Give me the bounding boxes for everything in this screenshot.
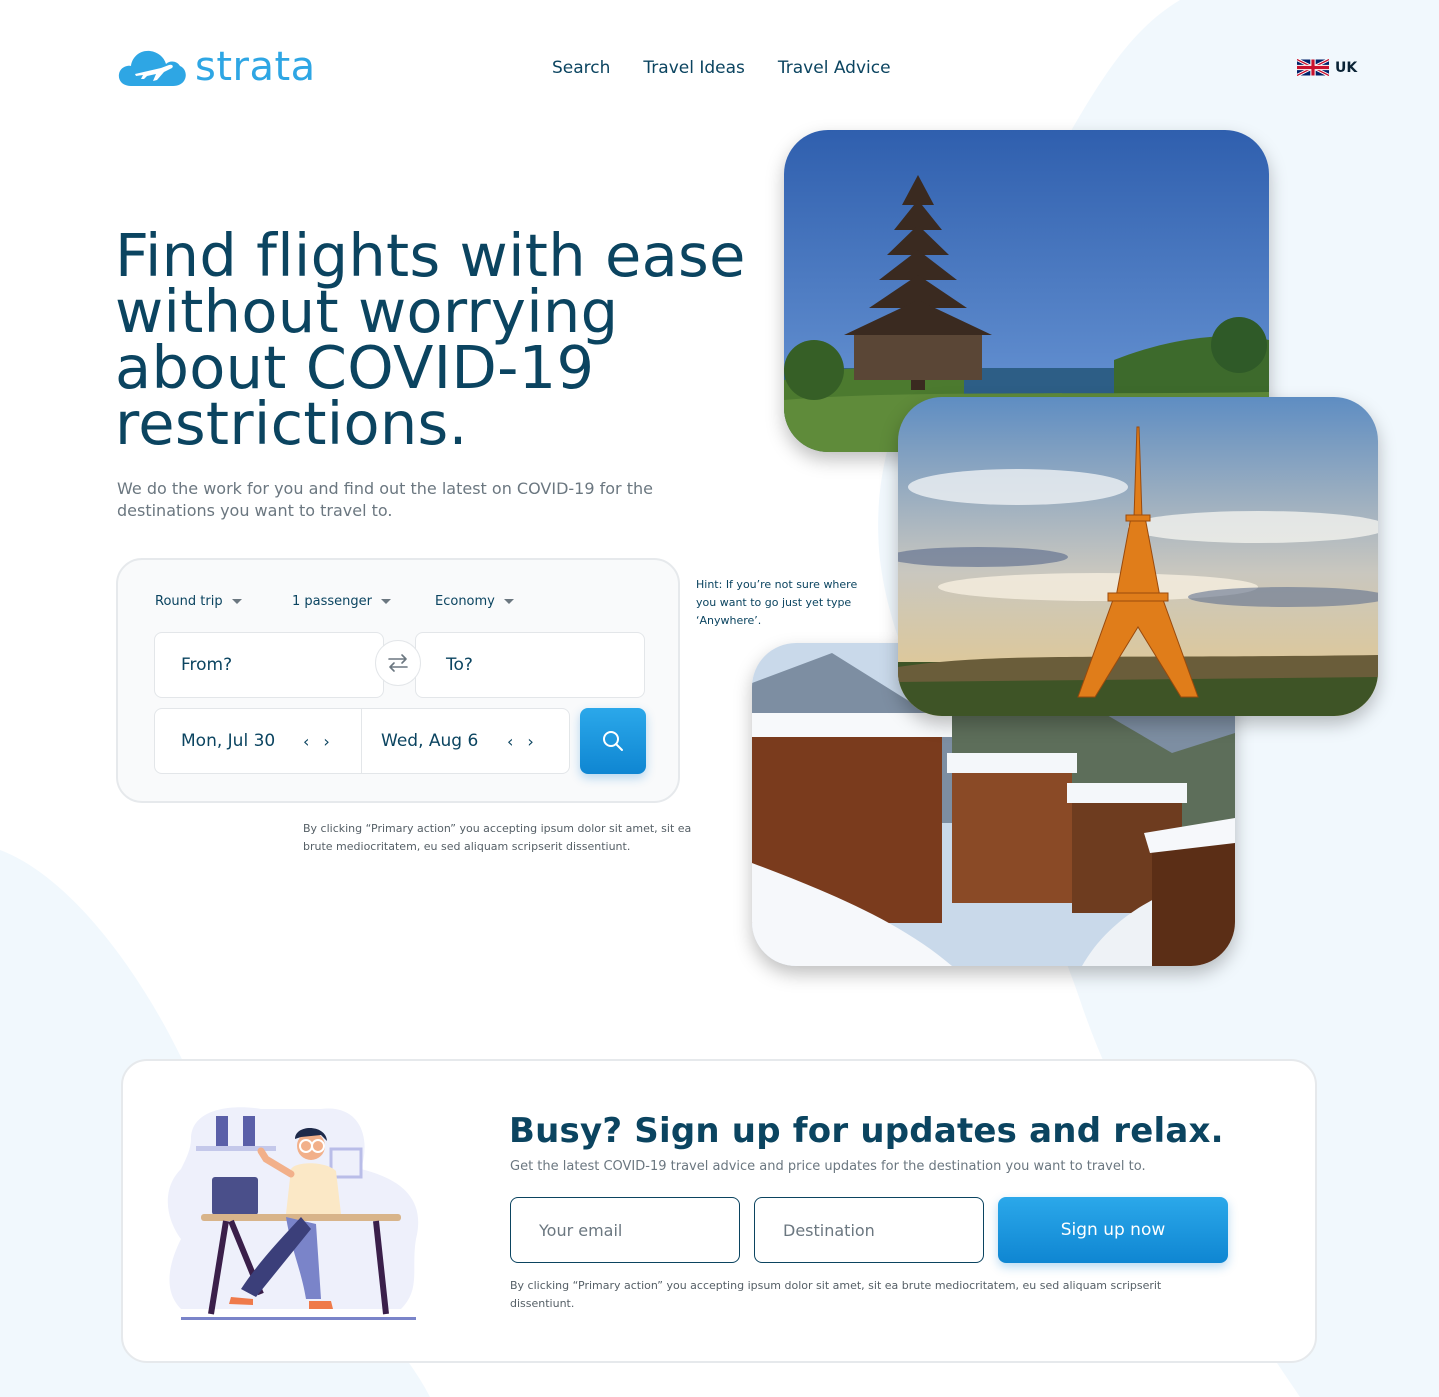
from-placeholder: From? [181,655,233,675]
nav-search[interactable]: Search [552,58,610,78]
chevron-left-icon[interactable]: ‹ [303,732,309,751]
caret-down-icon [503,599,514,604]
from-field[interactable]: From? [154,632,384,698]
caret-down-icon [231,599,242,604]
date-range-field: Mon, Jul 30 ‹ › Wed, Aug 6 ‹ › [154,708,570,774]
language-label: UK [1335,59,1358,76]
trip-type-label: Round trip [155,594,223,609]
destination-input[interactable] [754,1197,984,1263]
depart-date-stepper: ‹ › [303,709,330,773]
signup-card: Busy? Sign up for updates and relax. Get… [121,1059,1317,1363]
search-button[interactable] [580,708,646,774]
divider [361,709,362,773]
signup-subtitle: Get the latest COVID-19 travel advice an… [510,1159,1146,1174]
brand-name: strata [195,44,316,90]
signup-legal-text: By clicking “Primary action” you accepti… [510,1279,1162,1310]
hero-subtitle: We do the work for you and find out the … [117,479,653,520]
cabin-class-label: Economy [435,594,495,609]
chevron-left-icon[interactable]: ‹ [507,732,513,751]
to-placeholder: To? [446,655,473,675]
swap-button[interactable] [375,640,421,686]
search-legal-text: By clicking “Primary action” you accepti… [303,822,692,853]
main-nav: Search Travel Ideas Travel Advice [552,58,891,78]
passengers-dropdown[interactable]: 1 passenger [292,594,391,609]
trip-type-dropdown[interactable]: Round trip [155,594,242,609]
return-date[interactable]: Wed, Aug 6 [381,709,478,773]
hero-title: Find flights with ease without worrying … [115,221,746,458]
cloud-plane-icon [118,50,186,86]
search-hint: Hint: If you’re not sure where you want … [696,578,858,627]
eiffel-tower-photo [898,397,1378,716]
passengers-label: 1 passenger [292,594,372,609]
caret-down-icon [381,599,391,604]
email-input[interactable] [510,1197,740,1263]
return-date-stepper: ‹ › [507,709,534,773]
swap-arrows-icon [388,654,408,672]
cabin-class-dropdown[interactable]: Economy [435,594,514,609]
depart-date-label: Mon, Jul 30 [181,731,276,751]
language-selector[interactable]: UK [1297,59,1357,76]
brand-logo[interactable]: strata [117,42,316,92]
chevron-right-icon[interactable]: › [527,732,533,751]
signup-title: Busy? Sign up for updates and relax. [509,1111,1224,1151]
flight-search-card: Round trip 1 passenger Economy From? To?… [116,558,680,803]
chevron-right-icon[interactable]: › [323,732,329,751]
search-icon [603,731,623,751]
sign-up-button[interactable]: Sign up now [998,1197,1228,1263]
to-field[interactable]: To? [415,632,645,698]
nav-travel-ideas[interactable]: Travel Ideas [643,58,744,78]
nav-travel-advice[interactable]: Travel Advice [778,58,891,78]
person-at-desk-illustration [167,1107,419,1320]
depart-date[interactable]: Mon, Jul 30 [181,709,275,773]
uk-flag-icon [1297,59,1329,76]
return-date-label: Wed, Aug 6 [381,731,479,751]
